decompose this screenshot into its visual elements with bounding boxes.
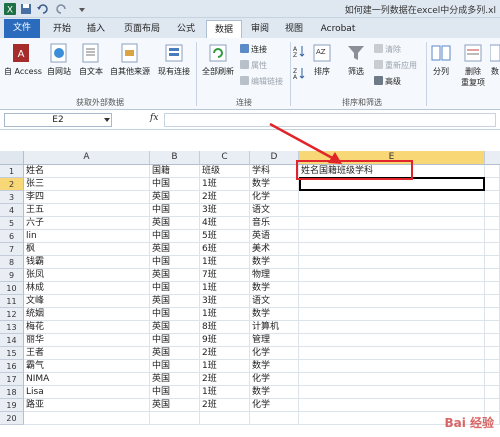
watermark-logo: Bai 经验 [444, 416, 494, 430]
annotation-arrow [269, 122, 342, 164]
